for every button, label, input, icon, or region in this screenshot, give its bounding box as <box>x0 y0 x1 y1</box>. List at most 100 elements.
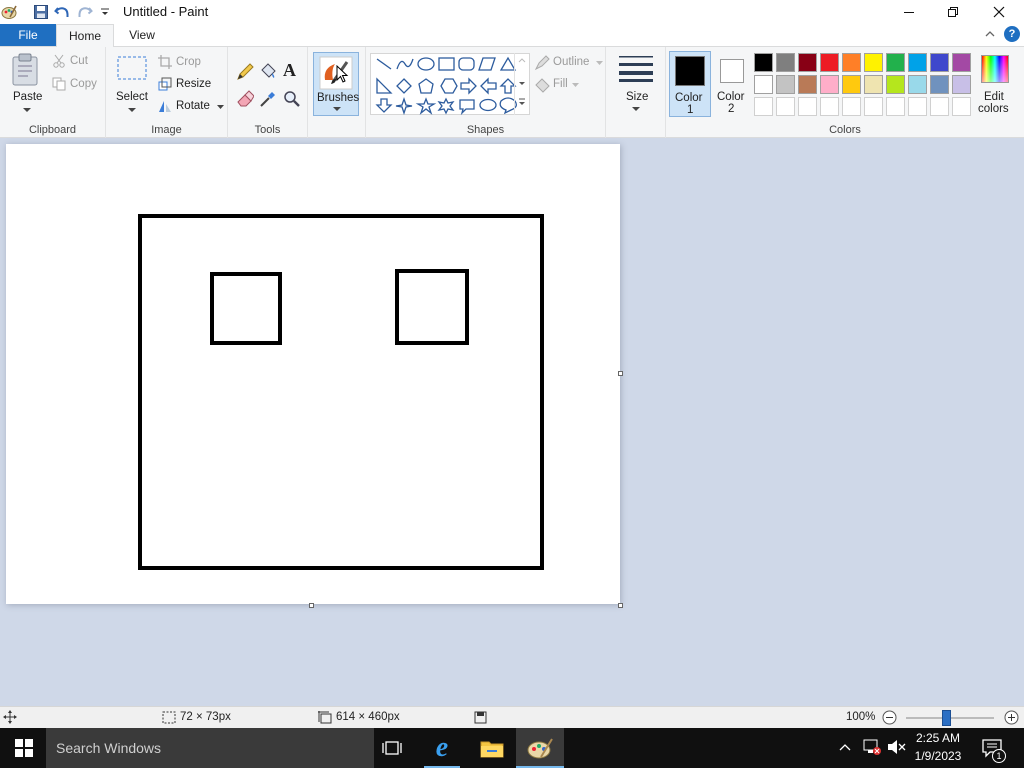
undo-icon[interactable] <box>53 3 71 21</box>
palette-swatch[interactable] <box>952 75 971 94</box>
palette-swatch-empty[interactable] <box>798 97 817 116</box>
brushes-label: Brushes <box>317 92 360 104</box>
copy-button[interactable]: Copy <box>52 77 102 93</box>
color2-label-line1: Color <box>717 91 745 103</box>
palette-swatch-empty[interactable] <box>820 97 839 116</box>
cut-button[interactable]: Cut <box>52 54 102 70</box>
palette-swatch[interactable] <box>820 75 839 94</box>
text-tool-icon[interactable]: A <box>283 60 296 81</box>
show-hidden-icons[interactable] <box>838 741 852 755</box>
palette-swatch[interactable] <box>952 53 971 72</box>
zoom-slider-thumb[interactable] <box>942 710 952 726</box>
crop-label: Crop <box>176 56 201 68</box>
close-button[interactable] <box>976 0 1022 24</box>
shapes-scroll[interactable] <box>514 53 530 115</box>
palette-swatch-empty[interactable] <box>930 97 949 116</box>
palette-swatch[interactable] <box>930 53 949 72</box>
canvas-resize-handle-right[interactable] <box>618 371 623 376</box>
palette-swatch-empty[interactable] <box>754 97 773 116</box>
brushes-button[interactable]: Brushes <box>313 52 359 116</box>
palette-swatch[interactable] <box>908 75 927 94</box>
windows-logo-icon <box>15 739 33 757</box>
magnifier-icon[interactable] <box>283 90 301 111</box>
zoom-out-button[interactable] <box>882 710 897 728</box>
palette-swatch-empty[interactable] <box>886 97 905 116</box>
palette-swatch[interactable] <box>842 53 861 72</box>
palette-swatch[interactable] <box>820 53 839 72</box>
palette-swatch[interactable] <box>886 53 905 72</box>
notification-count-badge: 1 <box>992 749 1006 763</box>
color-palette <box>754 53 974 119</box>
restore-button[interactable] <box>930 0 976 24</box>
internet-explorer-icon[interactable]: e <box>418 728 466 768</box>
canvas-workspace[interactable] <box>0 138 1024 706</box>
outline-button[interactable]: Outline <box>534 55 603 71</box>
canvas-resize-handle-corner[interactable] <box>618 603 623 608</box>
palette-swatch[interactable] <box>798 75 817 94</box>
color2-button[interactable]: Color 2 <box>712 51 752 117</box>
copy-label: Copy <box>70 78 97 90</box>
outline-dropdown-icon <box>596 61 603 65</box>
palette-swatch[interactable] <box>776 75 795 94</box>
zoom-slider-track[interactable] <box>906 710 994 726</box>
palette-swatch[interactable] <box>754 53 773 72</box>
selection-size: 72 × 73px <box>180 711 231 723</box>
ribbon: Paste Cut Copy Clipboard Select Crop Res… <box>0 46 1024 139</box>
size-group: Size <box>606 47 666 139</box>
tab-file[interactable]: File <box>0 24 56 46</box>
rotate-button[interactable]: Rotate <box>158 99 224 115</box>
palette-swatch-empty[interactable] <box>908 97 927 116</box>
help-icon[interactable]: ? <box>1004 26 1020 42</box>
palette-swatch-empty[interactable] <box>864 97 883 116</box>
palette-swatch[interactable] <box>776 53 795 72</box>
palette-swatch-empty[interactable] <box>952 97 971 116</box>
paint-taskbar-icon[interactable] <box>516 728 564 768</box>
size-button[interactable]: Size <box>612 52 660 116</box>
select-button[interactable]: Select <box>112 53 152 117</box>
palette-swatch-empty[interactable] <box>776 97 795 116</box>
zoom-in-button[interactable] <box>1004 710 1019 728</box>
tab-view[interactable]: View <box>114 24 170 46</box>
image-group: Select Crop Resize Rotate Image <box>106 47 228 139</box>
start-button[interactable] <box>0 728 48 768</box>
zoom-level: 100% <box>846 711 876 723</box>
paste-button[interactable]: Paste <box>6 51 46 117</box>
redo-icon[interactable] <box>76 3 94 21</box>
minimize-button[interactable] <box>886 0 932 24</box>
file-explorer-icon[interactable] <box>468 728 516 768</box>
eraser-icon[interactable] <box>236 90 255 111</box>
crop-button[interactable]: Crop <box>158 55 224 71</box>
color1-label-line2: 1 <box>687 104 694 116</box>
shapes-gallery[interactable] <box>370 53 530 115</box>
palette-swatch[interactable] <box>798 53 817 72</box>
palette-swatch[interactable] <box>930 75 949 94</box>
color-picker-icon[interactable] <box>259 90 277 111</box>
paint-app-icon[interactable] <box>0 3 18 21</box>
resize-button[interactable]: Resize <box>158 77 224 93</box>
palette-swatch-empty[interactable] <box>842 97 861 116</box>
volume-muted-icon[interactable] <box>886 738 906 759</box>
palette-swatch[interactable] <box>908 53 927 72</box>
fill-button[interactable]: Fill <box>534 77 602 93</box>
palette-swatch[interactable] <box>842 75 861 94</box>
clock-date[interactable]: 1/9/2023 <box>910 749 966 763</box>
pencil-icon[interactable] <box>236 63 254 84</box>
tab-home[interactable]: Home <box>56 24 114 47</box>
customize-quick-access-icon[interactable] <box>96 3 114 21</box>
network-icon[interactable] <box>862 738 882 759</box>
taskbar-search-box[interactable]: Search Windows <box>46 728 374 768</box>
drawn-small-square-left <box>210 272 282 345</box>
palette-swatch[interactable] <box>886 75 905 94</box>
color1-button[interactable]: Color 1 <box>669 51 711 117</box>
minimize-ribbon-icon[interactable] <box>984 28 996 43</box>
fill-bucket-icon[interactable] <box>259 62 277 83</box>
palette-swatch[interactable] <box>754 75 773 94</box>
palette-swatch[interactable] <box>864 53 883 72</box>
task-view-icon[interactable] <box>368 728 416 768</box>
edit-colors-button[interactable]: Edit colors <box>976 53 1018 117</box>
clock-time[interactable]: 2:25 AM <box>910 731 966 745</box>
save-icon[interactable] <box>32 3 50 21</box>
canvas-resize-handle-bottom[interactable] <box>309 603 314 608</box>
drawing-canvas[interactable] <box>6 144 620 604</box>
palette-swatch[interactable] <box>864 75 883 94</box>
